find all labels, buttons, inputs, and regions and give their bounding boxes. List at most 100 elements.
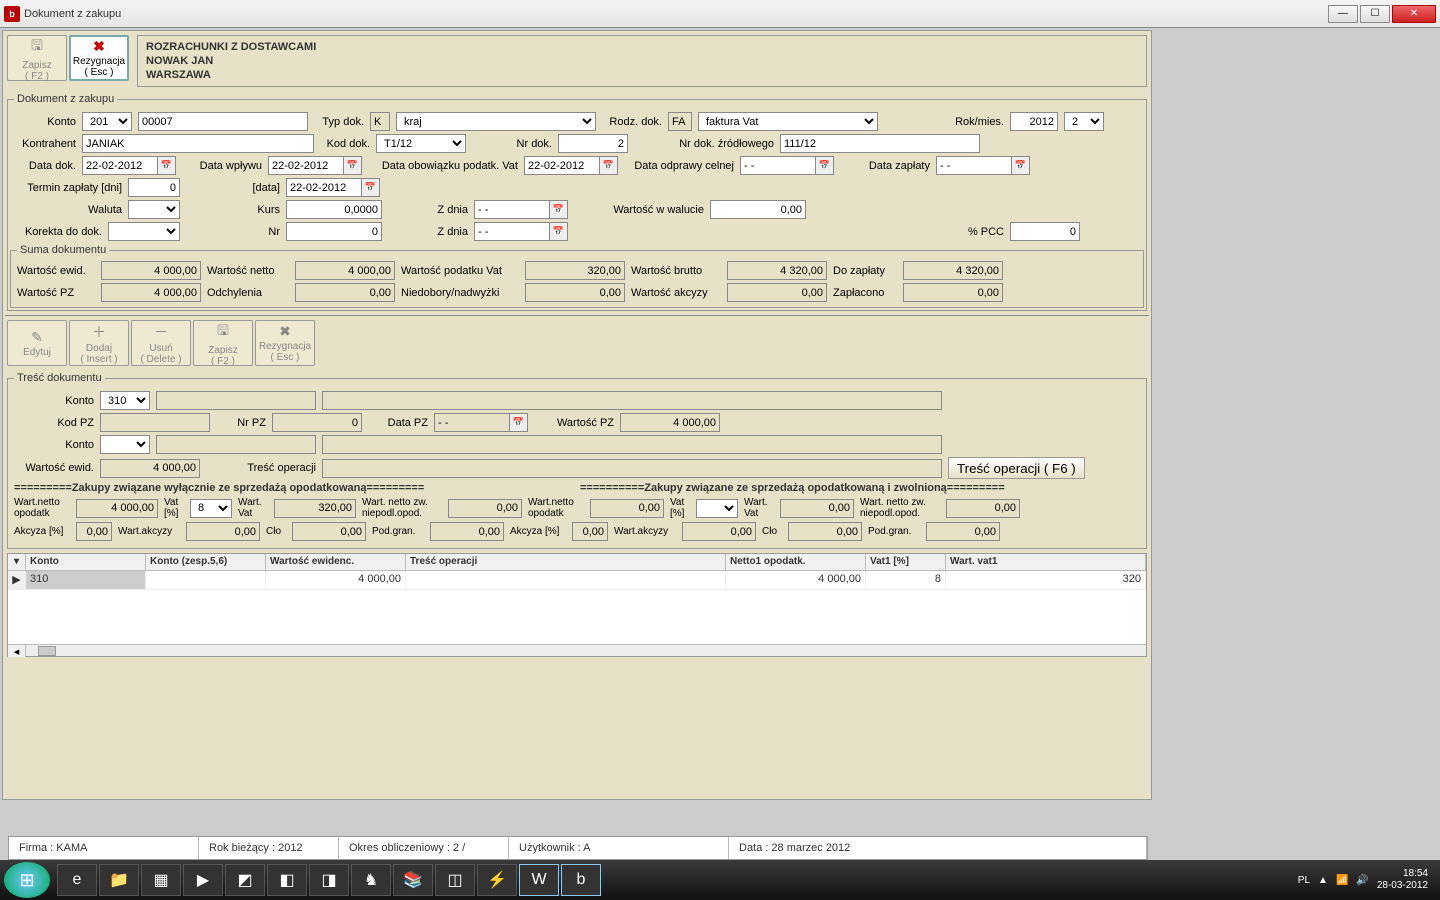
tray-flag-icon[interactable]: ▲ [1318,875,1328,886]
taskbar[interactable]: ⊞ e 📁 ▦ ▶ ◩ ◧ ◨ ♞ 📚 ◫ ⚡ W b PL ▲ 📶 🔊 18:… [0,860,1440,900]
save2-button[interactable]: 🖫Zapisz( F2 ) [193,320,253,366]
vatpct-select[interactable]: 8 [190,499,232,518]
taskbar-ie-icon[interactable]: e [57,864,97,896]
datadok-input[interactable] [82,156,158,175]
cell-wartewid[interactable]: 4 000,00 [266,571,406,589]
termin-label: Termin zapłaty [dni] [14,182,122,194]
konto-select[interactable]: 201 [82,112,132,131]
zdnia-input[interactable] [474,200,550,219]
col-wartewid[interactable]: Wartość ewidenc. [266,554,406,570]
table-row[interactable]: ▶ 310 4 000,00 4 000,00 8 320 [8,571,1146,590]
tresc-f6-button[interactable]: Treść operacji ( F6 ) [948,457,1085,479]
col-vat1[interactable]: Vat1 [%] [866,554,946,570]
vatpct2-select[interactable] [696,499,738,518]
rok-input[interactable] [1010,112,1058,131]
edit-button[interactable]: ✎Edytuj [7,320,67,366]
taskbar-app7-icon[interactable]: ◫ [435,864,475,896]
tray-lang[interactable]: PL [1298,875,1310,886]
pcc-input[interactable] [1010,222,1080,241]
calendar-icon[interactable]: 📅 [600,156,618,175]
kontrahent-input[interactable] [82,134,314,153]
maximize-button[interactable]: ☐ [1360,5,1390,23]
col-netto1[interactable]: Netto1 opodatk. [726,554,866,570]
dataodpr-input[interactable] [740,156,816,175]
zdnia2-input[interactable] [474,222,550,241]
rodzdok-select[interactable]: faktura Vat [698,112,878,131]
koddok-select[interactable]: T1/12 [376,134,466,153]
nrdokzr-input[interactable] [780,134,980,153]
akcpct-input [76,522,112,541]
calendar-icon[interactable]: 📅 [362,178,380,197]
tray-network-icon[interactable]: 📶 [1336,875,1348,886]
minimize-button[interactable]: — [1328,5,1358,23]
edit-icon: ✎ [31,329,43,346]
termin-input[interactable] [128,178,180,197]
data-grid[interactable]: ▾ Konto Konto (zesp.5,6) Wartość ewidenc… [7,553,1147,657]
calendar-icon[interactable]: 📅 [816,156,834,175]
cell-konto56[interactable] [146,571,266,589]
cell-konto[interactable]: 310 [26,571,146,589]
taskbar-app2-icon[interactable]: ◩ [225,864,265,896]
vatpct2-label: Vat [%] [670,497,690,519]
taskbar-current-app-icon[interactable]: b [561,864,601,896]
typdok-select[interactable]: kraj [396,112,596,131]
tray-volume-icon[interactable]: 🔊 [1356,875,1368,886]
taskbar-media-icon[interactable]: ▶ [183,864,223,896]
taskbar-app6-icon[interactable]: 📚 [393,864,433,896]
tresc-input [322,459,942,478]
taskbar-app4-icon[interactable]: ◨ [309,864,349,896]
datazapl-input[interactable] [936,156,1012,175]
cancel-button[interactable]: ✖ Rezygnacja( Esc ) [69,35,129,81]
system-tray[interactable]: PL ▲ 📶 🔊 18:5428-03-2012 [1298,868,1436,892]
nrdok-input[interactable] [558,134,628,153]
wartbrutto-label: Wartość brutto [631,265,721,277]
konto-num-input[interactable] [138,112,308,131]
wartwal-input[interactable] [710,200,806,219]
grid-selector-header[interactable]: ▾ [8,554,26,570]
calendar-icon[interactable]: 📅 [510,413,528,432]
korekta-select[interactable] [108,222,180,241]
calendar-icon[interactable]: 📅 [550,222,568,241]
add-button[interactable]: ＋Dodaj( Insert ) [69,320,129,366]
datawpl-input[interactable] [268,156,344,175]
calendar-icon[interactable]: 📅 [158,156,176,175]
waluta-select[interactable] [128,200,180,219]
cancel2-button[interactable]: ✖Rezygnacja( Esc ) [255,320,315,366]
calendar-icon[interactable]: 📅 [550,200,568,219]
cell-tresc[interactable] [406,571,726,589]
taskbar-app5-icon[interactable]: ♞ [351,864,391,896]
data2-input[interactable] [286,178,362,197]
data2-label: [data] [186,182,280,194]
cell-vat1[interactable]: 8 [866,571,946,589]
delete-button[interactable]: －Usuń( Delete ) [131,320,191,366]
nr-input[interactable] [286,222,382,241]
kurs-input[interactable] [286,200,382,219]
save-button[interactable]: 🖫 Zapisz( F2 ) [7,35,67,81]
col-wartvat1[interactable]: Wart. vat1 [946,554,1146,570]
start-button[interactable]: ⊞ [4,862,50,898]
taskbar-app-icon[interactable]: ▦ [141,864,181,896]
cancel-icon: ✖ [279,323,291,340]
col-tresc[interactable]: Treść operacji [406,554,726,570]
taskbar-explorer-icon[interactable]: 📁 [99,864,139,896]
tray-clock[interactable]: 18:5428-03-2012 [1377,868,1428,892]
col-konto56[interactable]: Konto (zesp.5,6) [146,554,266,570]
calendar-icon[interactable]: 📅 [1012,156,1030,175]
odchyl-label: Odchylenia [207,287,289,299]
cell-netto1[interactable]: 4 000,00 [726,571,866,589]
c-wartewid-input [100,459,200,478]
dataobv-input[interactable] [524,156,600,175]
col-konto[interactable]: Konto [26,554,146,570]
kurs-label: Kurs [186,204,280,216]
c-konto2-select[interactable] [100,435,150,454]
c-konto-select[interactable]: 310 [100,391,150,410]
close-button[interactable]: ✕ [1392,5,1436,23]
taskbar-word-icon[interactable]: W [519,864,559,896]
taskbar-app3-icon[interactable]: ◧ [267,864,307,896]
cell-wartvat1[interactable]: 320 [946,571,1146,589]
grid-scrollbar[interactable]: ◂ [8,644,1146,656]
taskbar-winamp-icon[interactable]: ⚡ [477,864,517,896]
mies-select[interactable]: 2 [1064,112,1104,131]
podgran-label: Pod.gran. [372,526,424,537]
calendar-icon[interactable]: 📅 [344,156,362,175]
